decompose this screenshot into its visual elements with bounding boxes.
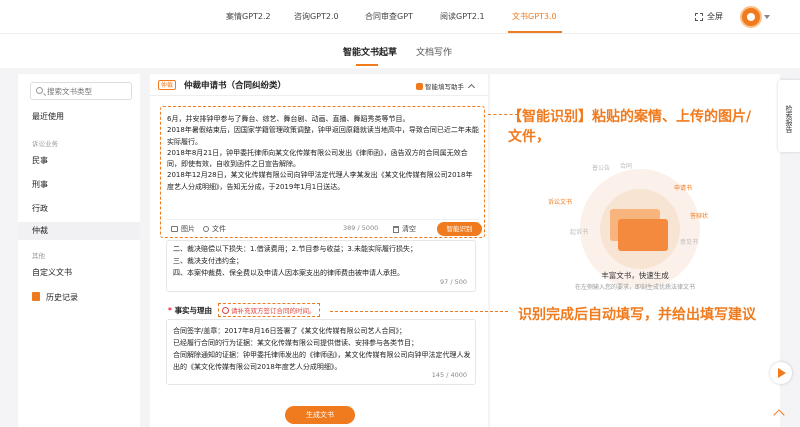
illustration-doc-front [618, 219, 668, 251]
tab-case-gpt[interactable]: 案情GPT2.2 [226, 11, 271, 22]
fullscreen-label: 全屏 [707, 12, 723, 21]
image-btn-label: 图片 [181, 225, 195, 233]
claim-line: 二、裁决赔偿以下损失：1.借读费用；2.节目参与收益；3.未能实际履行损失； [173, 245, 418, 253]
generate-document-button[interactable]: 生成文书 [285, 406, 355, 424]
claim-line: 三、裁决支付违约金； [173, 257, 243, 265]
image-icon [171, 226, 178, 232]
upload-image-button[interactable]: 图片 [171, 224, 195, 234]
sidebar-item-history[interactable]: 历史记录 [18, 289, 140, 307]
claims-text: 二、裁决赔偿以下损失：1.借读费用；2.节目参与收益；3.未能实际履行损失； 三… [173, 243, 417, 279]
panel-title: 丰富文书，快速生成 [601, 271, 669, 280]
assistant-icon [416, 82, 423, 90]
active-subtab-indicator [356, 64, 378, 66]
annotation-smart-identify: 【智能识别】粘贴的案情、上传的图片/文件， [508, 109, 752, 145]
illustration-label: 合同 [620, 163, 633, 170]
pasted-case-text[interactable]: 6月，并安排钟甲参与了舞台、综艺、舞台剧、动画、直播、舞蹈秀类等节目。 2018… [167, 114, 479, 193]
panel-subtitle: 在左侧输入您的要求，即刻生成优质法律文书 [574, 284, 695, 291]
claim-line: 四、本案仲裁费、保全费以及申请人因本案支出的律师费由被申请人承担。 [173, 269, 404, 277]
document-type-badge: 仲裁 [158, 80, 177, 90]
fact-line: 合同解除通知的证据：钟甲委托律师发出的《律师函》，某文化传媒有限公司向钟甲法定代… [173, 351, 471, 371]
fact-line: 已经履行合同的行为证据：某文化传媒有限公司提供借读、安排参与各类节目； [173, 339, 418, 347]
annotation-auto-fill: 识别完成后自动填写，并给出填写建议 [518, 307, 756, 323]
smart-fill-assistant-toggle[interactable]: 智能填写助手 [416, 81, 476, 92]
facts-char-count: 145 / 4000 [431, 371, 467, 379]
required-star: * [168, 306, 172, 315]
smart-identify-button[interactable]: 智能识别 [437, 222, 482, 236]
group-label-litigation: 诉讼业务 [32, 140, 58, 148]
group-label-other: 其他 [32, 252, 45, 260]
paste-line: 2018年暑假结束后，因国家学籍管理政策调整，钟甲返回原籍就读当地高中，导致合同… [167, 126, 479, 146]
tab-document-gpt[interactable]: 文书GPT3.0 [512, 11, 557, 22]
tab-consult-gpt[interactable]: 咨询GPT2.0 [294, 11, 339, 22]
facts-label-text: 事实与理由 [174, 306, 213, 315]
illustration-label: 申请书 [674, 185, 693, 192]
file-btn-label: 文件 [212, 225, 226, 233]
tab-smart-drafting[interactable]: 智能文书起草 [343, 45, 397, 58]
paste-char-count: 389 / 5000 [343, 224, 379, 232]
claims-char-count: 97 / 500 [440, 278, 467, 286]
history-icon [32, 292, 40, 301]
active-tab-indicator [508, 31, 562, 33]
sidebar: 最近使用 诉讼业务 民事 刑事 行政 仲裁 其他 自定义文书 历史记录 [18, 74, 140, 427]
assistant-label: 智能填写助手 [425, 83, 464, 91]
illustration-label: 诉讼文书 [548, 199, 573, 206]
fullscreen-icon [695, 12, 703, 21]
fact-line: 合同签字/盖章：2017年8月16日签署了《某文化传媒有限公司艺人合同》； [173, 327, 407, 335]
upload-file-button[interactable]: 文件 [203, 224, 226, 234]
tab-document-writing[interactable]: 文档写作 [416, 45, 452, 58]
document-header: 仲裁 仲裁申请书（合同纠纷类） 智能填写助手 [150, 74, 488, 96]
facts-text: 合同签字/盖章：2017年8月16日签署了《某文化传媒有限公司艺人合同》； 已经… [173, 325, 471, 373]
paste-line: 2018年8月21日，钟甲委托律师向某文化传媒有限公司发出《律师函》，函告双方的… [167, 148, 468, 169]
chevron-up-icon [467, 83, 476, 92]
sidebar-item-recent[interactable]: 最近使用 [18, 108, 140, 126]
document-title: 仲裁申请书（合同纠纷类） [184, 81, 287, 91]
claims-textarea[interactable]: 二、裁决赔偿以下损失：1.借读费用；2.节目参与收益；3.未能实际履行损失； 三… [166, 240, 476, 292]
fullscreen-button[interactable]: 全屏 [695, 11, 723, 22]
play-button[interactable] [770, 362, 792, 384]
sub-nav: 智能文书起草 文档写作 [0, 34, 800, 68]
annotation-line [330, 311, 508, 312]
avatar[interactable] [740, 6, 762, 28]
facts-label: * 事实与理由 [168, 305, 212, 316]
tab-reading-gpt[interactable]: 阅读GPT2.1 [440, 11, 485, 22]
facts-warning-text: 请补充双方签订合同的时间。 [231, 307, 316, 315]
tab-contract-review-gpt[interactable]: 合同审查GPT [365, 11, 413, 22]
report-tab[interactable]: 检索报告 [778, 80, 800, 152]
trash-icon [393, 225, 399, 233]
search-input[interactable] [47, 85, 129, 97]
clear-button[interactable]: 清空 [393, 224, 416, 234]
file-icon [203, 226, 209, 232]
search-icon [36, 87, 43, 94]
paste-toolbar: 图片 文件 389 / 5000 清空 智能识别 [167, 219, 482, 236]
sidebar-item-arbitration[interactable]: 仲裁 [18, 222, 140, 240]
illustration-label: 普公告 [592, 165, 611, 172]
illustration-label: 起诉书 [570, 229, 589, 236]
sidebar-item-custom[interactable]: 自定义文书 [18, 264, 140, 282]
history-label: 历史记录 [46, 293, 78, 302]
case-paste-box[interactable]: 6月，并安排钟甲参与了舞台、综艺、舞台剧、动画、直播、舞蹈秀类等节目。 2018… [160, 106, 485, 238]
sidebar-item-criminal[interactable]: 刑事 [18, 176, 140, 194]
sidebar-item-administrative[interactable]: 行政 [18, 200, 140, 218]
warning-icon [222, 306, 229, 314]
sidebar-item-civil[interactable]: 民事 [18, 152, 140, 170]
paste-line: 2018年12月28日，某文化传媒有限公司向钟甲法定代理人李某发出《某文化传媒有… [167, 171, 473, 191]
top-nav: 案情GPT2.2 咨询GPT2.0 合同审查GPT 阅读GPT2.1 文书GPT… [0, 0, 800, 34]
chevron-down-icon[interactable] [764, 15, 770, 19]
paste-line: 6月，并安排钟甲参与了舞台、综艺、舞台剧、动画、直播、舞蹈秀类等节目。 [167, 115, 410, 123]
facts-warning: 请补充双方签订合同的时间。 [218, 303, 320, 317]
clear-btn-label: 清空 [402, 225, 416, 233]
search-field[interactable] [30, 82, 132, 100]
illustration-label: 意见书 [680, 239, 699, 246]
document-form: 仲裁 仲裁申请书（合同纠纷类） 智能填写助手 6月，并安排钟甲参与了舞台、综艺、… [150, 74, 488, 427]
facts-textarea[interactable]: 合同签字/盖章：2017年8月16日签署了《某文化传媒有限公司艺人合同》； 已经… [166, 319, 476, 385]
illustration-label: 答辩状 [690, 213, 709, 220]
